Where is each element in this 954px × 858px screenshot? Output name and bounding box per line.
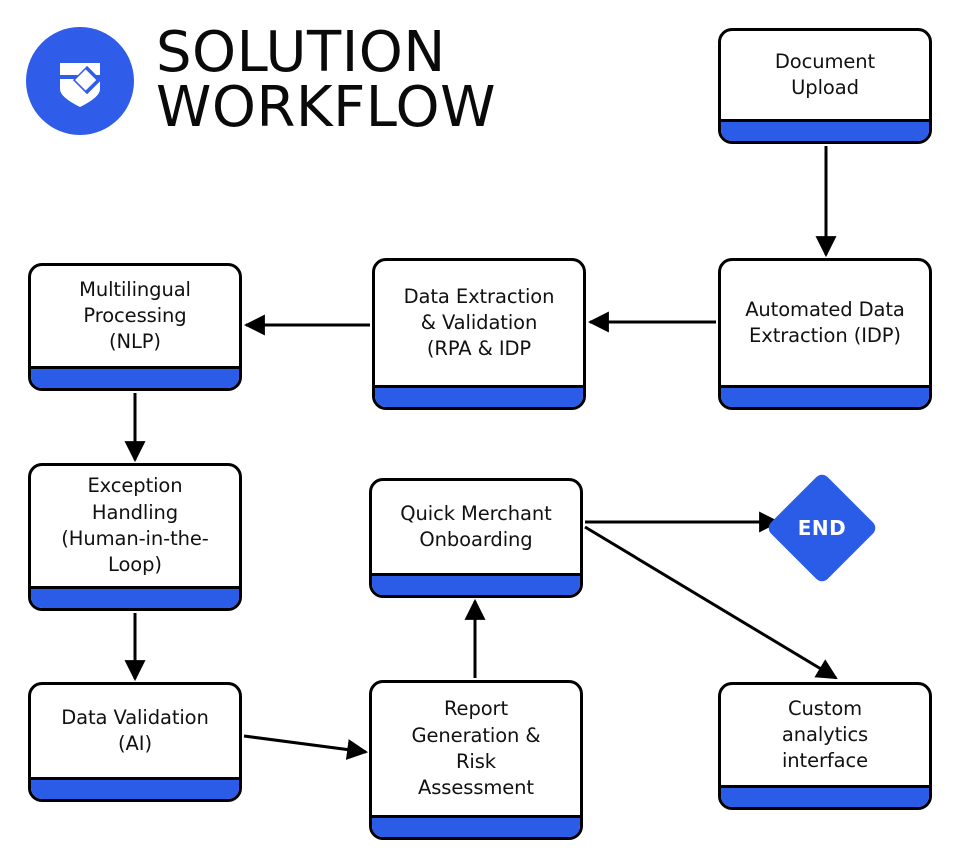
node-accent-bar [31,777,239,799]
node-accent-bar [372,573,580,595]
node-label: Document Upload [774,49,876,99]
node-accent-bar [31,586,239,608]
terminator-label: END [797,516,847,540]
node-label: Data Extraction & Validation (RPA & IDP [403,284,555,361]
node-body: Document Upload [721,31,929,119]
node-body: Report Generation & Risk Assessment [372,683,580,815]
process-node-multilingual-processing[interactable]: Multilingual Processing (NLP) [28,263,242,391]
process-node-document-upload[interactable]: Document Upload [718,28,932,144]
edge-data-validation-ai-to-report-generation-risk [243,734,369,760]
node-body: Data Extraction & Validation (RPA & IDP [375,261,583,385]
brand-header: SOLUTION WORKFLOW [26,20,496,140]
node-body: Automated Data Extraction (IDP) [721,261,929,385]
node-label: Custom analytics interface [781,696,869,773]
node-accent-bar [31,366,239,388]
process-node-data-validation-ai[interactable]: Data Validation (AI) [28,682,242,802]
node-body: Custom analytics interface [721,685,929,785]
process-node-exception-handling[interactable]: Exception Handling (Human-in-the- Loop) [28,463,242,611]
process-node-automated-data-extraction[interactable]: Automated Data Extraction (IDP) [718,258,932,410]
node-body: Multilingual Processing (NLP) [31,266,239,366]
node-accent-bar [721,119,929,141]
process-node-custom-analytics-interface[interactable]: Custom analytics interface [718,682,932,810]
process-node-data-extraction-validation[interactable]: Data Extraction & Validation (RPA & IDP [372,258,586,410]
node-label: Exception Handling (Human-in-the- Loop) [61,474,209,577]
layers-shield-icon [26,26,134,135]
node-label: Data Validation (AI) [61,705,209,755]
page-title: SOLUTION WORKFLOW [156,20,496,140]
node-accent-bar [372,815,580,837]
node-label: Multilingual Processing (NLP) [79,277,191,354]
node-accent-bar [721,785,929,807]
node-accent-bar [721,385,929,407]
terminator-node-end[interactable]: END [765,471,879,585]
node-label: Automated Data Extraction (IDP) [745,297,905,347]
node-accent-bar [375,385,583,407]
process-node-quick-merchant-onboarding[interactable]: Quick Merchant Onboarding [369,478,583,598]
process-node-report-generation-risk[interactable]: Report Generation & Risk Assessment [369,680,583,840]
node-body: Data Validation (AI) [31,685,239,777]
node-body: Exception Handling (Human-in-the- Loop) [31,466,239,586]
node-label: Report Generation & Risk Assessment [411,697,541,800]
node-body: Quick Merchant Onboarding [372,481,580,573]
node-label: Quick Merchant Onboarding [400,501,552,551]
